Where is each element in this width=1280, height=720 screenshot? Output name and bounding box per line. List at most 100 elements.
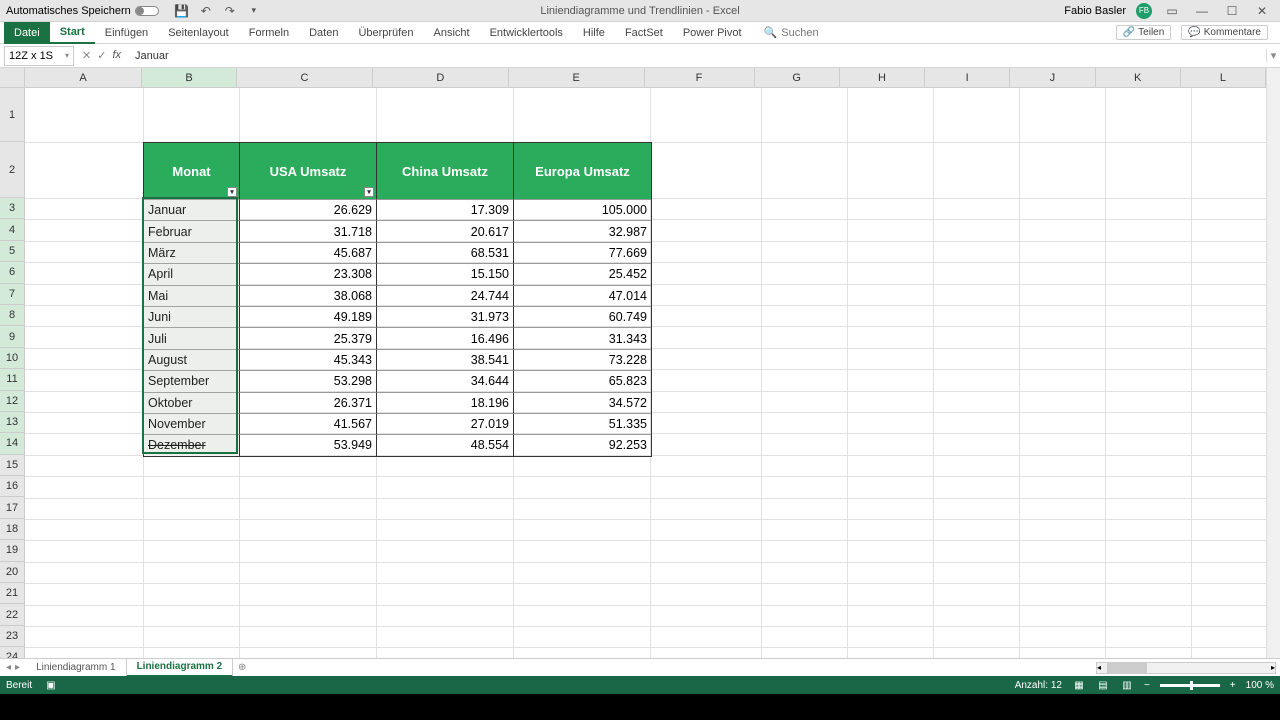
tab-factset[interactable]: FactSet [615, 22, 673, 44]
sheet-nav-next-icon[interactable]: ▸ [15, 662, 20, 673]
cell[interactable]: 47.014 [514, 285, 651, 306]
cell[interactable]: Juli [144, 327, 240, 348]
record-macro-icon[interactable]: ▣ [46, 680, 55, 691]
cell[interactable]: 45.343 [240, 349, 377, 370]
row-header-16[interactable]: 16 [0, 476, 24, 497]
cell[interactable]: 25.379 [240, 327, 377, 348]
col-header-G[interactable]: G [755, 68, 840, 87]
share-button[interactable]: 🔗 Teilen [1116, 25, 1172, 40]
zoom-out-icon[interactable]: − [1144, 680, 1150, 691]
save-icon[interactable]: 💾 [175, 4, 189, 18]
redo-icon[interactable]: ↷ [223, 4, 237, 18]
cell[interactable]: November [144, 413, 240, 434]
row-header-10[interactable]: 10 [0, 348, 24, 369]
row-header-21[interactable]: 21 [0, 583, 24, 604]
add-sheet-button[interactable]: ⊕ [233, 662, 251, 673]
cell[interactable]: 68.531 [377, 242, 514, 263]
zoom-in-icon[interactable]: + [1230, 680, 1236, 691]
table-header[interactable]: Monat▾ [144, 143, 240, 199]
cell[interactable]: 23.308 [240, 263, 377, 284]
row-header-14[interactable]: 14 [0, 433, 24, 454]
tab-hilfe[interactable]: Hilfe [573, 22, 615, 44]
tab-einfügen[interactable]: Einfügen [95, 22, 158, 44]
row-header-23[interactable]: 23 [0, 626, 24, 647]
cell[interactable]: März [144, 242, 240, 263]
cell[interactable]: 17.309 [377, 199, 514, 220]
tab-start[interactable]: Start [50, 22, 95, 44]
close-icon[interactable]: ✕ [1252, 4, 1272, 18]
cell[interactable]: 31.973 [377, 306, 514, 327]
cell[interactable]: 105.000 [514, 199, 651, 220]
cell[interactable]: 92.253 [514, 434, 651, 455]
cell[interactable]: Februar [144, 220, 240, 241]
cell[interactable]: 25.452 [514, 263, 651, 284]
cell[interactable]: 26.371 [240, 392, 377, 413]
row-header-13[interactable]: 13 [0, 412, 24, 433]
row-header-19[interactable]: 19 [0, 540, 24, 561]
row-header-24[interactable]: 24 [0, 647, 24, 658]
horizontal-scrollbar[interactable]: ◂ ▸ [1096, 662, 1276, 674]
page-break-icon[interactable]: ▥ [1120, 678, 1134, 692]
ribbon-display-icon[interactable]: ▭ [1162, 4, 1182, 18]
cell[interactable]: 73.228 [514, 349, 651, 370]
table-header[interactable]: China Umsatz [377, 143, 514, 199]
row-header-7[interactable]: 7 [0, 284, 24, 305]
maximize-icon[interactable]: ☐ [1222, 4, 1242, 18]
expand-formula-icon[interactable]: ▾ [1266, 49, 1280, 62]
row-header-1[interactable]: 1 [0, 88, 24, 142]
search-box[interactable]: 🔍 Suchen [764, 26, 819, 39]
zoom-slider[interactable] [1160, 684, 1220, 687]
col-header-J[interactable]: J [1010, 68, 1095, 87]
cell[interactable]: Mai [144, 285, 240, 306]
cell[interactable]: 38.541 [377, 349, 514, 370]
row-header-15[interactable]: 15 [0, 455, 24, 476]
col-header-A[interactable]: A [25, 68, 142, 87]
row-header-4[interactable]: 4 [0, 219, 24, 240]
select-all-corner[interactable] [0, 68, 25, 88]
tab-entwicklertools[interactable]: Entwicklertools [480, 22, 573, 44]
row-header-2[interactable]: 2 [0, 142, 24, 198]
table-header[interactable]: Europa Umsatz [514, 143, 651, 199]
cell[interactable]: 45.687 [240, 242, 377, 263]
filter-icon[interactable]: ▾ [227, 187, 237, 197]
sheet-tab[interactable]: Liniendiagramm 1 [26, 659, 127, 677]
user-avatar[interactable]: FB [1136, 3, 1152, 19]
cell[interactable]: 60.749 [514, 306, 651, 327]
scroll-thumb[interactable] [1107, 663, 1147, 673]
cell[interactable]: April [144, 263, 240, 284]
minimize-icon[interactable]: — [1192, 4, 1212, 18]
col-header-F[interactable]: F [645, 68, 755, 87]
cell[interactable]: 27.019 [377, 413, 514, 434]
vertical-scrollbar[interactable] [1266, 68, 1280, 658]
cell[interactable]: 51.335 [514, 413, 651, 434]
zoom-level[interactable]: 100 % [1246, 680, 1274, 691]
filter-icon[interactable]: ▾ [364, 187, 374, 197]
cell[interactable]: 34.644 [377, 370, 514, 391]
row-header-3[interactable]: 3 [0, 198, 24, 219]
cell[interactable]: 20.617 [377, 220, 514, 241]
autosave-toggle[interactable]: Automatisches Speichern [0, 5, 165, 17]
col-header-L[interactable]: L [1181, 68, 1266, 87]
tab-file[interactable]: Datei [4, 22, 50, 44]
row-header-18[interactable]: 18 [0, 519, 24, 540]
page-layout-icon[interactable]: ▤ [1096, 678, 1110, 692]
col-header-C[interactable]: C [237, 68, 373, 87]
cell[interactable]: September [144, 370, 240, 391]
col-header-H[interactable]: H [840, 68, 925, 87]
cell[interactable]: 24.744 [377, 285, 514, 306]
sheet-nav-prev-icon[interactable]: ◂ [6, 662, 11, 673]
cell[interactable]: 65.823 [514, 370, 651, 391]
row-header-8[interactable]: 8 [0, 305, 24, 326]
row-header-9[interactable]: 9 [0, 326, 24, 347]
col-header-E[interactable]: E [509, 68, 645, 87]
cell[interactable]: 38.068 [240, 285, 377, 306]
row-header-17[interactable]: 17 [0, 497, 24, 518]
name-box[interactable]: 12Z x 1S ▾ [4, 46, 74, 66]
tab-ansicht[interactable]: Ansicht [423, 22, 479, 44]
cancel-icon[interactable]: ✕ [82, 49, 91, 62]
enter-icon[interactable]: ✓ [97, 49, 106, 62]
toggle-icon[interactable] [135, 6, 159, 16]
col-header-K[interactable]: K [1096, 68, 1181, 87]
col-header-B[interactable]: B [142, 68, 237, 87]
tab-power pivot[interactable]: Power Pivot [673, 22, 752, 44]
